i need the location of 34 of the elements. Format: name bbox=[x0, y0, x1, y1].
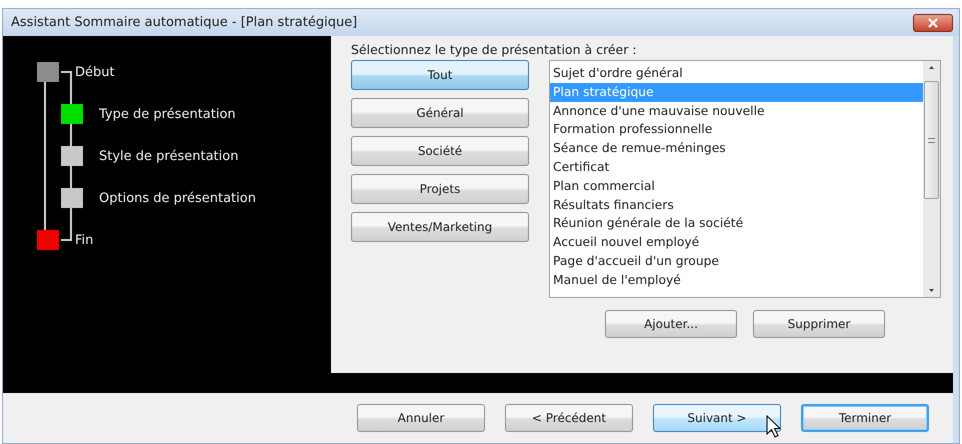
close-icon bbox=[926, 18, 940, 28]
list-action-button[interactable]: Supprimer bbox=[753, 310, 885, 338]
mouse-pointer-icon bbox=[766, 415, 782, 439]
footer-button[interactable]: Annuler bbox=[357, 404, 485, 432]
category-button[interactable]: Projets bbox=[351, 174, 529, 204]
list-item[interactable]: Page d'accueil d'un groupe bbox=[550, 252, 923, 271]
step-label: Fin bbox=[75, 232, 94, 248]
scroll-thumb[interactable] bbox=[924, 81, 939, 199]
category-button[interactable]: Tout bbox=[351, 60, 529, 90]
list-item[interactable]: Résultats financiers bbox=[550, 196, 923, 214]
list-item[interactable]: Plan commercial bbox=[550, 176, 923, 196]
presentation-type-list[interactable] bbox=[549, 60, 941, 298]
prompt-label: Sélectionnez le type de présentation à créer : bbox=[351, 42, 638, 57]
list-item[interactable]: Réunion générale de la société bbox=[550, 214, 923, 234]
window-title: Assistant Sommaire automatique - [Plan stratégique] bbox=[11, 15, 358, 30]
category-button[interactable]: Société bbox=[351, 136, 529, 166]
category-button[interactable]: Ventes/Marketing bbox=[351, 212, 529, 242]
list-item[interactable]: Manuel de l'employé bbox=[550, 270, 923, 290]
category-button[interactable]: Général bbox=[351, 98, 529, 128]
step-label: Style de présentation bbox=[99, 148, 238, 164]
close-button[interactable] bbox=[913, 14, 953, 32]
list-item[interactable]: Sujet d'ordre général bbox=[550, 64, 923, 83]
footer-button[interactable]: < Précédent bbox=[505, 404, 633, 432]
step-label: Options de présentation bbox=[99, 190, 256, 206]
step-label: Début bbox=[75, 64, 115, 80]
list-item[interactable]: Annonce d'une mauvaise nouvelle bbox=[550, 102, 923, 120]
list-item[interactable]: Formation professionnelle bbox=[550, 120, 923, 140]
step-label: Type de présentation bbox=[99, 106, 236, 122]
list-item[interactable]: Séance de remue-méninges bbox=[550, 139, 923, 158]
list-action-button[interactable]: Ajouter... bbox=[605, 310, 737, 338]
scrollbar[interactable] bbox=[923, 61, 940, 297]
list-item[interactable]: Accueil nouvel employé bbox=[550, 233, 923, 252]
footer-button[interactable]: Terminer bbox=[801, 404, 929, 432]
list-item[interactable]: Certificat bbox=[550, 158, 923, 177]
